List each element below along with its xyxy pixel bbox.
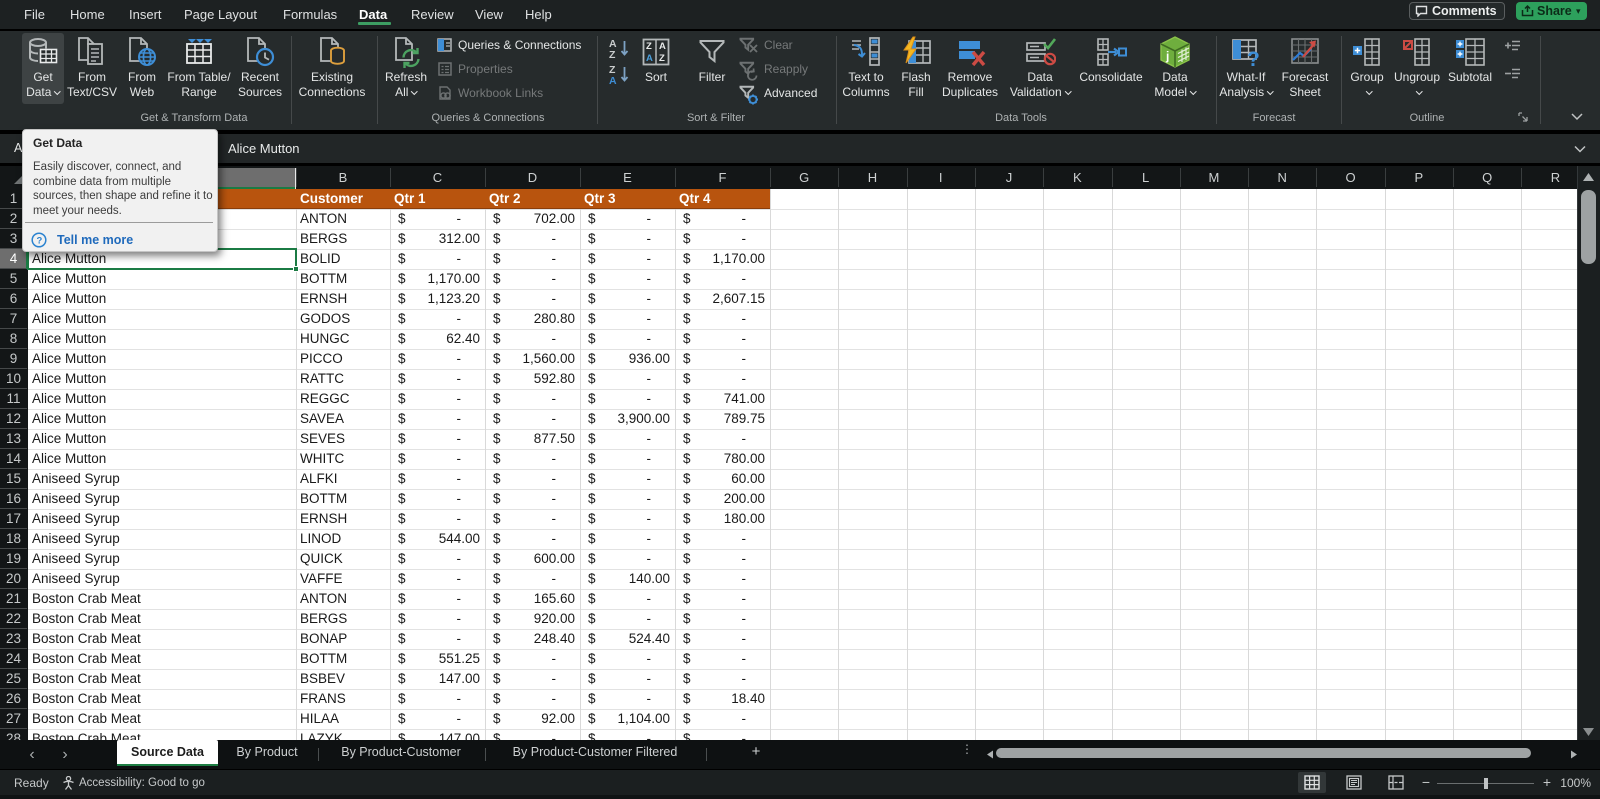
svg-text:?: ? — [37, 236, 43, 247]
svg-text:A: A — [609, 75, 617, 86]
svg-text:?: ? — [1247, 48, 1260, 68]
svg-text:Z: Z — [609, 49, 616, 60]
svg-text:Z: Z — [646, 41, 652, 52]
svg-text:Z: Z — [659, 53, 665, 64]
svg-text:j: j — [1165, 49, 1169, 63]
svg-text:A: A — [646, 53, 653, 64]
svg-text:A: A — [659, 41, 666, 52]
